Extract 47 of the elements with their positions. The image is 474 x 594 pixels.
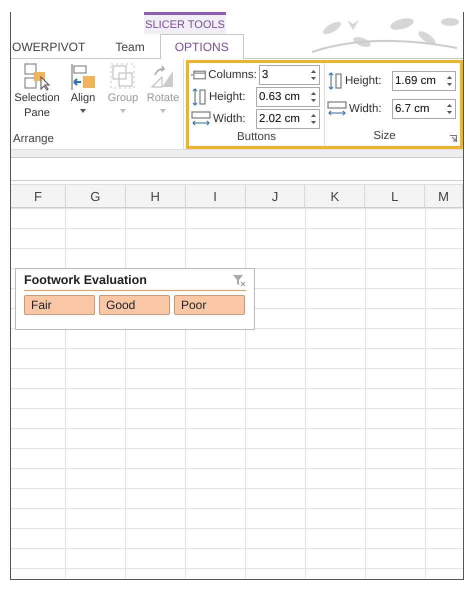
field-label: Width: [213, 113, 247, 125]
spin-field[interactable]: 0.63 cm [256, 87, 320, 107]
column-header[interactable]: K [305, 185, 366, 207]
spin-field[interactable]: 1.69 cm [392, 71, 456, 91]
slicer-item[interactable]: Fair [24, 295, 95, 315]
group-label: Buttons [236, 130, 277, 145]
spin-field[interactable]: 3 [258, 65, 320, 85]
group-label: Size [372, 129, 397, 144]
field-label: Height: [345, 75, 382, 87]
align-icon [70, 63, 96, 91]
slicer-panel[interactable]: Footwork Evaluation Fair Good Poor [15, 268, 255, 330]
group-label: Arrange [12, 132, 55, 147]
ribbon-button[interactable]: Selection Pane [11, 63, 63, 131]
slicer-title: Footwork Evaluation [24, 273, 147, 287]
field-label: Columns: [208, 69, 257, 81]
ribbon-button[interactable]: Align [63, 63, 103, 131]
ribbon-tab[interactable]: OPTIONS [160, 34, 244, 59]
height-icon [191, 88, 207, 106]
spin-arrows-icon[interactable] [309, 112, 318, 126]
clear-filter-icon[interactable] [232, 274, 246, 286]
slicer-item[interactable]: Good [99, 295, 170, 315]
columns-icon [191, 70, 206, 80]
column-header[interactable]: M [425, 185, 463, 207]
selection-pane-icon [24, 63, 50, 91]
width-icon [191, 111, 211, 127]
column-header[interactable]: F [11, 185, 66, 207]
height-icon [327, 72, 343, 90]
dialog-launcher-icon[interactable] [450, 135, 457, 142]
column-header[interactable]: L [365, 185, 426, 207]
spin-arrows-icon[interactable] [445, 74, 454, 88]
column-header[interactable]: I [186, 185, 246, 207]
spin-arrows-icon[interactable] [445, 102, 454, 116]
spin-field[interactable]: 6.7 cm [392, 99, 456, 119]
field-label: Height: [209, 91, 246, 103]
group-icon [110, 63, 136, 91]
ribbon-tab[interactable]: Team [100, 34, 160, 58]
ribbon-tab[interactable]: OWERPIVOT [11, 34, 100, 58]
contextual-tab-title: SLICER TOOLS [144, 12, 226, 34]
spin-arrows-icon[interactable] [309, 68, 318, 82]
column-header[interactable]: J [246, 185, 306, 207]
slicer-item[interactable]: Poor [174, 295, 245, 315]
spin-arrows-icon[interactable] [309, 90, 318, 104]
column-header[interactable]: G [66, 185, 126, 207]
spin-field[interactable]: 2.02 cm [256, 109, 320, 129]
field-label: Width: [349, 103, 383, 115]
column-header[interactable]: H [126, 185, 186, 207]
width-icon [327, 101, 347, 117]
